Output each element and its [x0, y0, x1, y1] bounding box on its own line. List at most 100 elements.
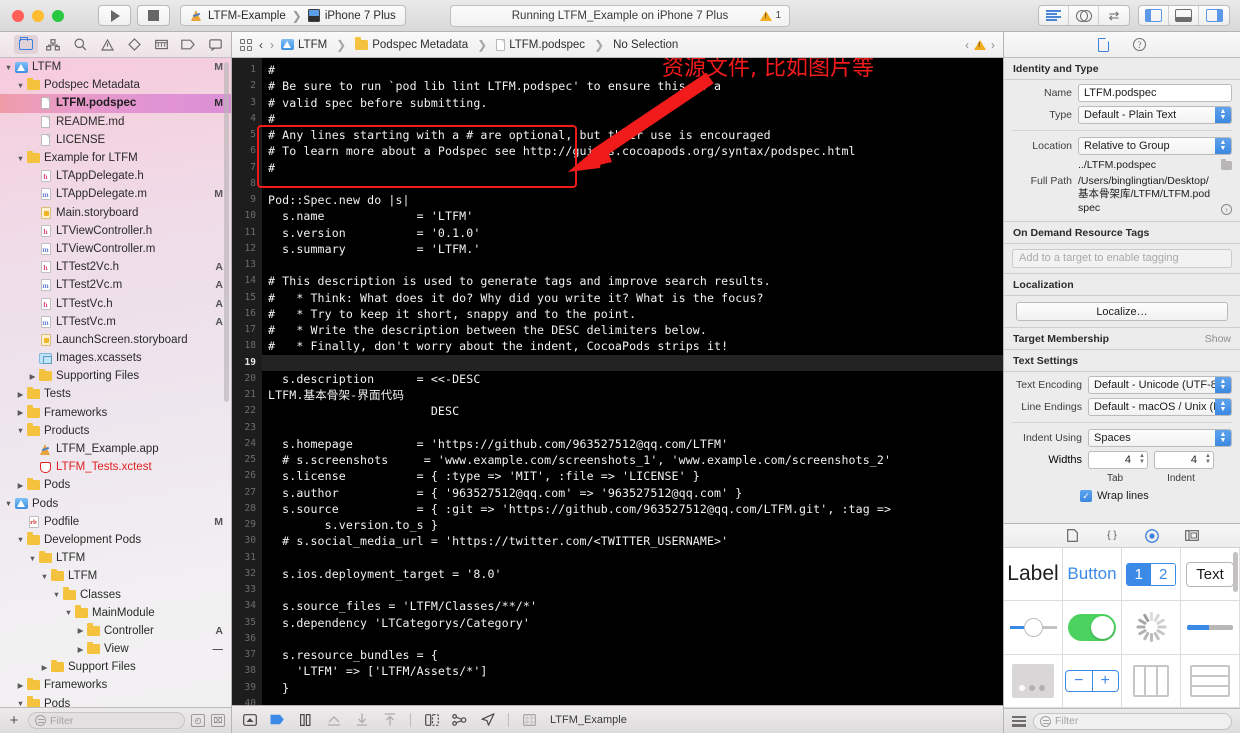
- navigator-tab-find[interactable]: [68, 35, 92, 54]
- code-line[interactable]: s.version = '0.1.0': [262, 225, 1003, 241]
- disclosure-triangle-icon[interactable]: [15, 154, 26, 163]
- disclosure-triangle-icon[interactable]: [15, 535, 26, 544]
- debug-process-label[interactable]: LTFM_Example: [550, 714, 627, 726]
- code-line[interactable]: s.source_files = 'LTFM/Classes/**/*': [262, 598, 1003, 614]
- navigator-vertical-scrollbar[interactable]: [224, 62, 229, 402]
- code-line[interactable]: # This description is used to generate t…: [262, 273, 1003, 289]
- library-item-button[interactable]: Button: [1063, 548, 1122, 602]
- code-line[interactable]: [262, 550, 1003, 566]
- line-endings-select[interactable]: Default - macOS / Unix (LF) ▲ ▼: [1088, 398, 1232, 416]
- navigator-tab-breakpoint[interactable]: [176, 35, 200, 54]
- code-line[interactable]: # * Try to keep it short, snappy and to …: [262, 306, 1003, 322]
- disclosure-triangle-icon[interactable]: [15, 390, 26, 399]
- code-line[interactable]: 'LTFM' => ['LTFM/Assets/*']: [262, 663, 1003, 679]
- code-snippet-library-tab[interactable]: { }: [1105, 529, 1119, 543]
- disclosure-triangle-icon[interactable]: [3, 499, 14, 508]
- library-item-activity-indicator[interactable]: [1122, 601, 1181, 655]
- code-line[interactable]: s.resource_bundles = {: [262, 647, 1003, 663]
- navigator-row[interactable]: LaunchScreen.storyboard: [0, 331, 231, 349]
- code-line[interactable]: s.description = <<-DESC: [262, 371, 1003, 387]
- code-line[interactable]: }: [262, 680, 1003, 696]
- navigator-row[interactable]: h LTTest2Vc.h A: [0, 258, 231, 276]
- navigator-row[interactable]: m LTViewController.m: [0, 240, 231, 258]
- breakpoint-toggle-icon[interactable]: [270, 713, 285, 726]
- code-line[interactable]: s.dependency 'LTCategorys/Category': [262, 615, 1003, 631]
- project-navigator-tree[interactable]: LTFM M Podspec Metadata LTFM.podspec M README…: [0, 58, 231, 707]
- close-window-button[interactable]: [12, 9, 24, 22]
- library-item-page-control[interactable]: [1004, 654, 1063, 708]
- disclosure-triangle-icon[interactable]: [75, 645, 86, 654]
- wrap-lines-row[interactable]: ✓ Wrap lines: [1080, 490, 1232, 502]
- navigator-row[interactable]: Pods: [0, 695, 231, 707]
- stop-button[interactable]: [137, 5, 170, 26]
- quick-help-inspector-tab[interactable]: ?: [1133, 38, 1146, 51]
- navigator-row[interactable]: Products: [0, 422, 231, 440]
- navigator-row[interactable]: Classes: [0, 585, 231, 603]
- view-hierarchy-icon[interactable]: [424, 713, 439, 726]
- disclosure-triangle-icon[interactable]: [3, 63, 14, 72]
- navigator-row[interactable]: LICENSE: [0, 131, 231, 149]
- editor-mode-segmented-control[interactable]: ⇄: [1038, 5, 1130, 26]
- code-line[interactable]: s.author = { '963527512@qq.com' => '9635…: [262, 485, 1003, 501]
- disclosure-triangle-icon[interactable]: [27, 372, 38, 381]
- navigator-row[interactable]: Pods: [0, 495, 231, 513]
- run-button[interactable]: [98, 5, 131, 26]
- navigator-row[interactable]: Frameworks: [0, 404, 231, 422]
- navigator-filter-input[interactable]: Filter: [28, 712, 185, 729]
- standard-editor-button[interactable]: [1039, 6, 1069, 25]
- indent-width-stepper[interactable]: 4 ▲ ▼: [1154, 451, 1214, 469]
- navigator-row[interactable]: h LTAppDelegate.h: [0, 167, 231, 185]
- reveal-in-finder-icon[interactable]: ›: [1221, 204, 1232, 215]
- list-view-toggle-icon[interactable]: [1012, 715, 1026, 727]
- navigator-row[interactable]: MainModule: [0, 604, 231, 622]
- disclosure-triangle-icon[interactable]: [15, 426, 26, 435]
- navigator-row[interactable]: LTFM: [0, 567, 231, 585]
- view-toggles-segmented-control[interactable]: [1138, 5, 1230, 26]
- navigator-row[interactable]: LTFM_Example.app: [0, 440, 231, 458]
- code-line[interactable]: # * Write the description between the DE…: [262, 322, 1003, 338]
- navigator-row[interactable]: m LTTestVc.m A: [0, 313, 231, 331]
- disclosure-triangle-icon[interactable]: [51, 590, 62, 599]
- step-over-icon[interactable]: [326, 713, 341, 726]
- code-line[interactable]: s.ios.deployment_target = '8.0': [262, 566, 1003, 582]
- navigator-row[interactable]: Main.storyboard: [0, 204, 231, 222]
- scheme-destination-control[interactable]: LTFM-Example ❯ iPhone 7 Plus: [180, 5, 406, 26]
- object-library-tab[interactable]: [1145, 528, 1159, 543]
- breadcrumb-file[interactable]: LTFM.podspec: [496, 38, 585, 51]
- navigator-row[interactable]: h LTTestVc.h A: [0, 294, 231, 312]
- tab-width-stepper[interactable]: 4 ▲ ▼: [1088, 451, 1148, 469]
- disclosure-triangle-icon[interactable]: [27, 554, 38, 563]
- navigator-row[interactable]: Support Files: [0, 658, 231, 676]
- minimize-window-button[interactable]: [32, 9, 44, 22]
- navigator-tab-issue[interactable]: [95, 35, 119, 54]
- disclosure-triangle-icon[interactable]: [39, 663, 50, 672]
- code-line[interactable]: [262, 420, 1003, 436]
- source-code-editor[interactable]: 1 2 3 4 5 6 7 8 9 10 11 12 13 14 15 16 17 18 19 20 21 22 23 24 2…: [232, 58, 1003, 705]
- library-item-stepper[interactable]: − +: [1063, 654, 1122, 708]
- navigator-row[interactable]: Podspec Metadata: [0, 76, 231, 94]
- navigator-row[interactable]: Tests: [0, 385, 231, 403]
- target-membership-show-button[interactable]: Show: [1205, 333, 1231, 345]
- navigator-row[interactable]: m LTAppDelegate.m M: [0, 185, 231, 203]
- choose-folder-icon[interactable]: [1221, 159, 1232, 170]
- library-filter-input[interactable]: Filter: [1033, 712, 1232, 730]
- memory-graph-icon[interactable]: [452, 713, 467, 726]
- file-location-select[interactable]: Relative to Group ▲ ▼: [1078, 137, 1232, 155]
- library-item-progress-view[interactable]: [1181, 601, 1240, 655]
- zoom-window-button[interactable]: [52, 9, 64, 22]
- related-items-icon[interactable]: [240, 38, 252, 51]
- code-line[interactable]: s.summary = 'LTFM.': [262, 241, 1003, 257]
- library-item-label[interactable]: Label: [1004, 548, 1063, 602]
- simulate-location-icon[interactable]: [480, 713, 495, 726]
- navigator-tab-symbol[interactable]: [41, 35, 65, 54]
- version-editor-button[interactable]: ⇄: [1099, 6, 1129, 25]
- code-line[interactable]: s.source = { :git => 'https://github.com…: [262, 501, 1003, 517]
- code-line[interactable]: DESC: [262, 403, 1003, 419]
- navigator-row[interactable]: Development Pods: [0, 531, 231, 549]
- object-library-grid[interactable]: Label Button 1 2 Text − +: [1004, 548, 1240, 708]
- navigator-row[interactable]: LTFM_Tests.xctest: [0, 458, 231, 476]
- file-inspector-pane[interactable]: Identity and Type Name LTFM.podspec Type…: [1004, 58, 1240, 523]
- source-control-filter-button[interactable]: ⌧: [211, 714, 225, 727]
- breadcrumb-project[interactable]: LTFM: [281, 39, 327, 51]
- navigator-row[interactable]: LTFM: [0, 549, 231, 567]
